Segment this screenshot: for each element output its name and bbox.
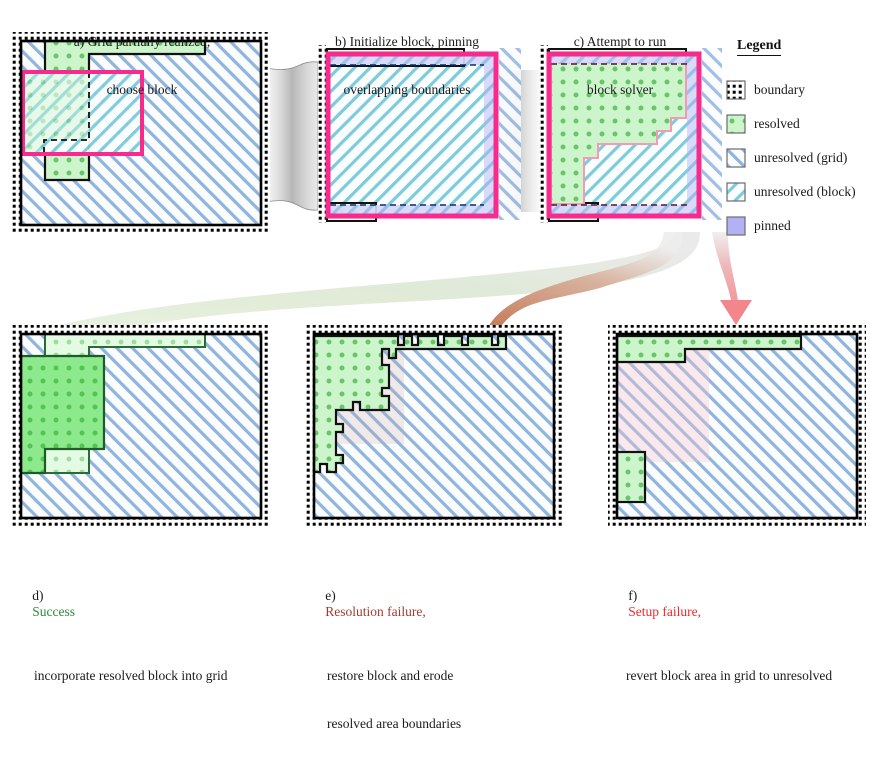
caption-d-line2: incorporate resolved block into grid	[34, 668, 228, 683]
legend-item-unresolved-grid-label: unresolved (grid)	[754, 150, 848, 165]
caption-f-marker: f)	[628, 588, 638, 603]
legend-item-boundary-label: boundary	[754, 82, 805, 97]
caption-d-marker: d)	[32, 588, 44, 603]
panel-f[interactable]	[608, 325, 866, 527]
panel-b-title: b) Initialize block, pinning overlapping…	[312, 2, 502, 130]
legend-item-resolved-label: resolved	[754, 116, 800, 131]
panel-a-title-line2: choose block	[106, 82, 178, 97]
legend-swatches	[726, 80, 746, 236]
caption-e-line2: restore block and erode	[327, 668, 454, 683]
panel-e[interactable]	[305, 325, 563, 527]
caption-e-status: Resolution failure,	[325, 604, 426, 619]
panel-b-outside-grid	[499, 48, 521, 220]
flow-c-to-f-head	[720, 300, 752, 325]
panel-d[interactable]	[12, 325, 270, 527]
caption-e-marker: e)	[325, 588, 336, 603]
panel-b-title-line1: b) Initialize block, pinning	[335, 34, 479, 49]
legend-item-unresolved-block-label: unresolved (block)	[754, 184, 856, 199]
panel-b-title-line2: overlapping boundaries	[343, 82, 471, 97]
legend-title: Legend	[737, 38, 782, 56]
panel-c-title-line2: block solver	[586, 82, 654, 97]
caption-f-status: Setup failure,	[628, 604, 701, 619]
panel-a-title-line1: a) Grid partially realized,	[73, 34, 211, 49]
flow-a-to-b	[265, 61, 319, 211]
legend-swatch-boundary-icon	[726, 80, 746, 100]
caption-f: f) Setup failure, revert block area in g…	[608, 540, 832, 716]
legend-swatch-unresolved-grid-icon	[726, 148, 746, 168]
caption-e-line3: resolved area boundaries	[327, 716, 462, 731]
legend-swatch-resolved-icon	[726, 114, 746, 134]
legend-item-pinned-label: pinned	[754, 218, 791, 233]
caption-d-status: Success	[32, 604, 75, 619]
panel-a-title: a) Grid partially realized, choose block	[52, 2, 232, 130]
caption-d: d) Success incorporate resolved block in…	[12, 540, 227, 716]
panel-f-resolved-bottom-stub	[615, 450, 647, 504]
caption-f-line2: revert block area in grid to unresolved	[626, 668, 833, 683]
legend-swatch-pinned-icon	[726, 216, 746, 236]
caption-e: e) Resolution failure, restore block and…	[305, 540, 461, 764]
legend-swatch-unresolved-block-icon	[726, 182, 746, 202]
panel-c-title: c) Attempt to run block solver	[530, 2, 710, 130]
panel-c-title-line1: c) Attempt to run	[573, 34, 667, 49]
